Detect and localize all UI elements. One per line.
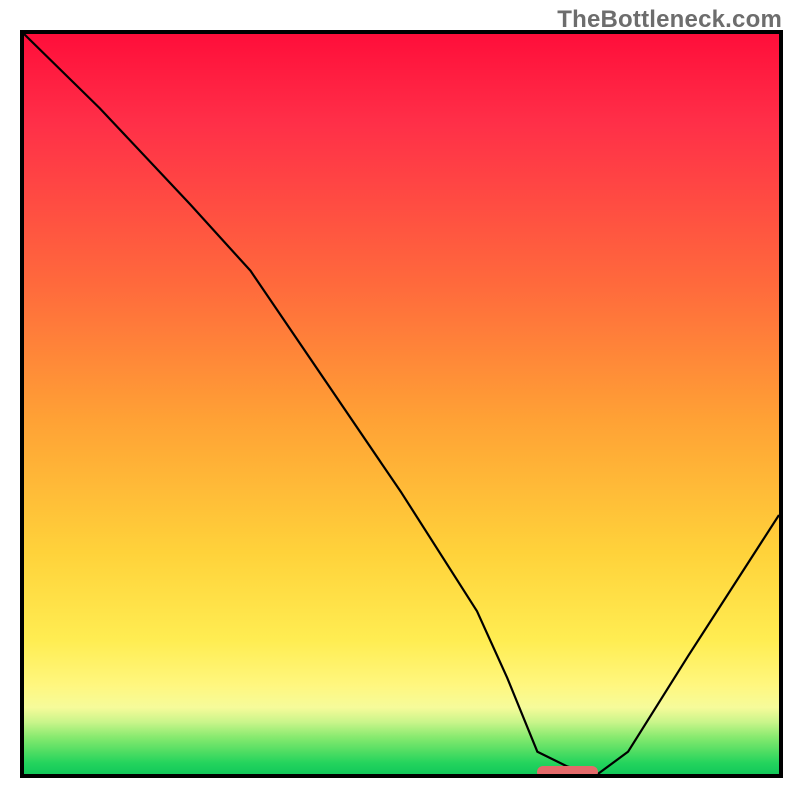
watermark-text: TheBottleneck.com xyxy=(557,6,782,34)
optimal-marker xyxy=(537,766,597,778)
curve-svg xyxy=(24,34,779,774)
plot-frame xyxy=(20,30,783,778)
bottleneck-curve xyxy=(24,34,779,774)
chart-container: TheBottleneck.com xyxy=(0,0,800,800)
